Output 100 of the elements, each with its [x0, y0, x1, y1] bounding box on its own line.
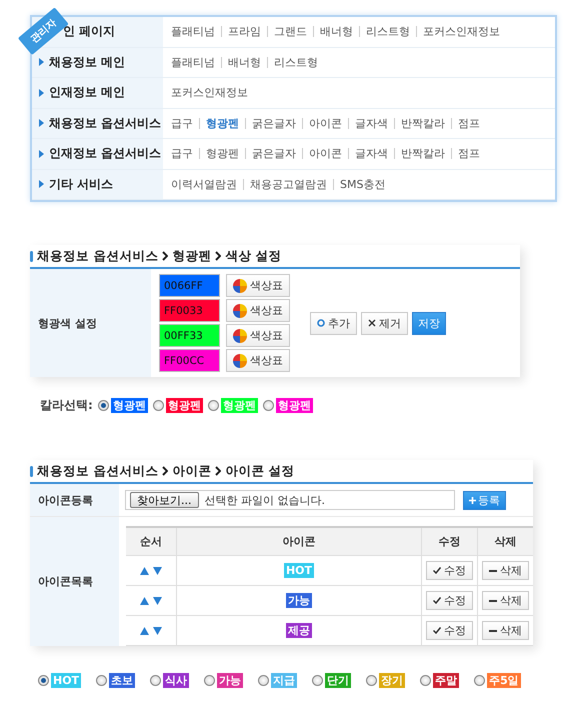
radio-button[interactable]	[96, 675, 108, 686]
breadcrumb-item: 아이콘 설정	[225, 462, 295, 480]
radio-button[interactable]	[204, 675, 216, 686]
up-arrow-icon[interactable]	[140, 566, 149, 574]
color-wheel-icon	[233, 328, 247, 342]
palette-button[interactable]: 색상표	[226, 274, 290, 297]
highlight-sample: 형광펜	[220, 398, 258, 413]
radio-button[interactable]	[258, 675, 270, 686]
radio-button[interactable]	[98, 400, 109, 411]
column-header: 순서	[140, 534, 162, 549]
edit-button[interactable]: 수정	[426, 561, 473, 580]
palette-button[interactable]: 색상표	[226, 349, 290, 372]
row-label: 아이콘목록	[38, 574, 93, 589]
minus-icon	[489, 570, 497, 572]
menu-link[interactable]: 포커스인재정보	[171, 85, 248, 100]
breadcrumb-item: 형광펜	[172, 248, 212, 264]
menu-link[interactable]: SMS충전	[340, 176, 386, 192]
edit-button[interactable]: 수정	[426, 591, 473, 610]
menu-link[interactable]: 아이콘	[309, 116, 342, 131]
menu-link[interactable]: 굵은글자	[252, 146, 296, 162]
delete-button[interactable]: 삭제	[482, 561, 529, 580]
icon-badge: 초보	[109, 673, 136, 688]
menu-link[interactable]: 점프	[458, 116, 480, 131]
chevron-icon	[215, 251, 222, 261]
menu-category: 인재정보 옵션서비스	[49, 145, 162, 162]
icon-badge: 주5일	[487, 673, 521, 688]
radio-button[interactable]	[208, 400, 219, 411]
radio-button[interactable]	[366, 675, 378, 686]
menu-link[interactable]: 점프	[458, 146, 480, 162]
add-button[interactable]: 추가	[310, 312, 357, 334]
menu-link[interactable]: 굵은글자	[252, 116, 296, 131]
down-arrow-icon[interactable]	[153, 566, 162, 574]
breadcrumb-item: 아이콘	[172, 462, 212, 480]
menu-link[interactable]: 형광펜	[206, 116, 239, 131]
edit-button[interactable]: 수정	[426, 621, 473, 640]
menu-link[interactable]: 이력서열람권	[171, 176, 237, 192]
menu-link[interactable]: 급구	[171, 116, 193, 131]
plus-icon	[469, 496, 476, 504]
menu-link[interactable]: 반짝칼라	[401, 146, 445, 162]
palette-button[interactable]: 색상표	[226, 299, 290, 322]
check-icon	[433, 597, 441, 604]
minus-icon	[489, 600, 497, 602]
menu-link[interactable]: 리스트형	[274, 54, 318, 70]
radio-button[interactable]	[150, 675, 162, 686]
file-status: 선택한 파일이 없습니다.	[204, 492, 325, 508]
breadcrumb-item: 색상 설정	[225, 248, 282, 264]
icon-badge: 가능	[286, 593, 312, 608]
highlight-sample: 형광펜	[276, 398, 313, 413]
row-label: 아이콘등록	[38, 492, 93, 508]
menu-link[interactable]: 배너형	[228, 54, 261, 70]
menu-link[interactable]: 배너형	[320, 24, 353, 40]
menu-link[interactable]: 급구	[171, 146, 193, 162]
palette-button[interactable]: 색상표	[226, 324, 290, 347]
color-field[interactable]: FF0033	[159, 299, 220, 322]
menu-category: 채용정보 옵션서비스	[49, 114, 162, 132]
chevron-icon	[162, 251, 168, 261]
icon-badge: 가능	[217, 673, 244, 688]
menu-link[interactable]: 프라임	[228, 24, 261, 40]
remove-button[interactable]: 제거	[361, 312, 408, 334]
up-arrow-icon[interactable]	[140, 596, 149, 604]
column-header: 수정	[438, 534, 460, 549]
down-arrow-icon[interactable]	[153, 596, 162, 604]
menu-link[interactable]: 리스트형	[366, 24, 410, 40]
icon-badge: HOT	[51, 673, 82, 688]
radio-button[interactable]	[38, 675, 49, 686]
menu-link[interactable]: 아이콘	[309, 146, 342, 162]
menu-category: 기타 서비스	[49, 176, 114, 193]
file-field[interactable]: 찾아보기... 선택한 파일이 없습니다.	[125, 490, 455, 510]
radio-button[interactable]	[474, 675, 486, 686]
minus-icon	[489, 630, 497, 632]
icon-badge: HOT	[284, 563, 314, 578]
menu-link[interactable]: 플래티넘	[171, 24, 215, 40]
delete-button[interactable]: 삭제	[482, 591, 529, 610]
radio-button[interactable]	[312, 675, 324, 686]
menu-link[interactable]: 포커스인재정보	[423, 24, 500, 40]
color-wheel-icon	[233, 304, 247, 318]
icon-badge: 주말	[433, 673, 460, 688]
menu-link[interactable]: 글자색	[355, 146, 388, 162]
menu-link[interactable]: 글자색	[355, 116, 388, 131]
menu-link[interactable]: 반짝칼라	[401, 116, 445, 131]
down-arrow-icon[interactable]	[153, 626, 162, 634]
radio-button[interactable]	[420, 675, 432, 686]
color-wheel-icon	[233, 278, 247, 292]
browse-button[interactable]: 찾아보기...	[130, 492, 198, 508]
delete-button[interactable]: 삭제	[482, 621, 529, 640]
row-label: 형광색 설정	[38, 316, 97, 330]
menu-link[interactable]: 채용공고열람권	[250, 176, 327, 192]
menu-link[interactable]: 형광펜	[206, 146, 239, 162]
choice-label: 칼라선택:	[40, 397, 93, 414]
radio-button[interactable]	[262, 400, 274, 411]
icon-badge: 장기	[379, 673, 406, 688]
icon-badge: 제공	[286, 623, 312, 638]
color-field[interactable]: 0066FF	[159, 274, 220, 297]
highlight-sample: 형광펜	[110, 398, 148, 413]
radio-button[interactable]	[152, 400, 164, 411]
color-field[interactable]: 00FF33	[159, 324, 220, 347]
up-arrow-icon[interactable]	[140, 626, 149, 634]
color-field[interactable]: FF00CC	[159, 349, 220, 372]
menu-link[interactable]: 플래티넘	[171, 54, 215, 70]
menu-link[interactable]: 그랜드	[274, 24, 307, 40]
